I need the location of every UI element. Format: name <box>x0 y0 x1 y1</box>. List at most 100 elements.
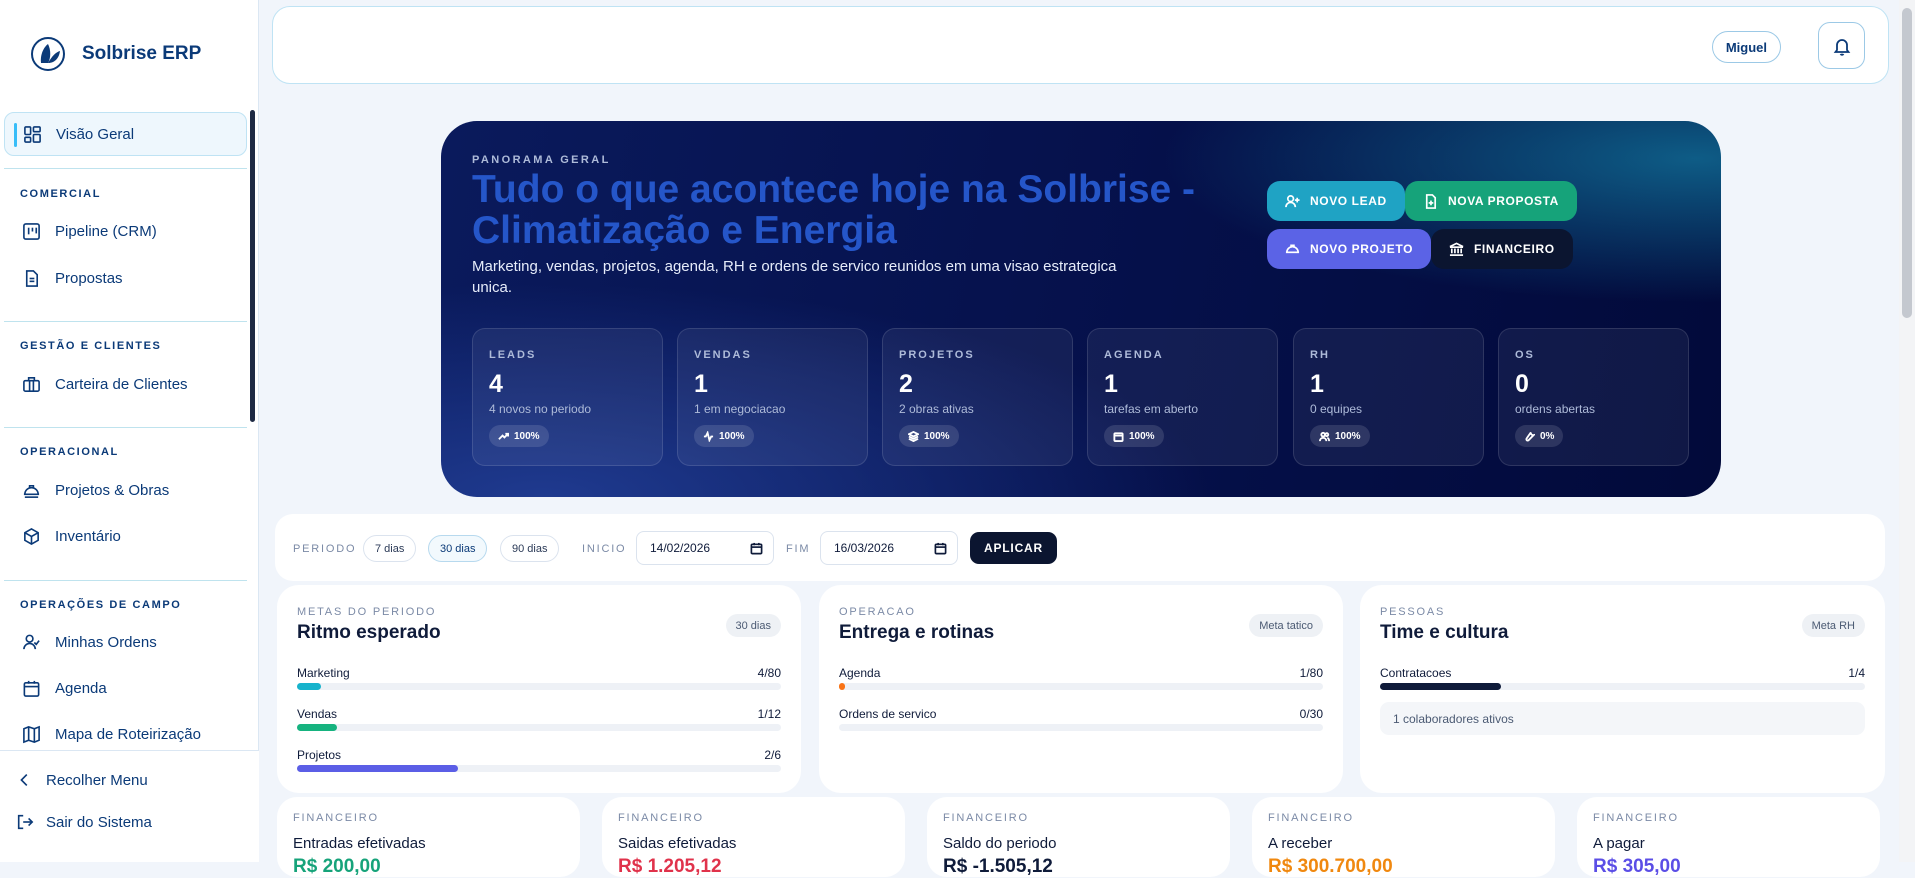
sidebar-item-pipeline[interactable]: Pipeline (CRM) <box>4 209 247 253</box>
chip-90-dias[interactable]: 90 dias <box>500 535 560 562</box>
stat-card-vendas[interactable]: VENDAS 1 1 em negociacao 100% <box>677 328 868 466</box>
finance-value: R$ 305,00 <box>1593 856 1681 877</box>
topbar: Miguel <box>272 6 1889 84</box>
section-campo: OPERAÇÕES DE CAMPO <box>20 599 182 611</box>
logout-button[interactable]: Sair do Sistema <box>16 813 152 831</box>
dashboard-icon <box>24 125 41 143</box>
sidebar: Solbrise ERP Visão Geral COMERCIAL Pipel… <box>0 0 259 862</box>
finance-value: R$ 1.205,12 <box>618 856 722 877</box>
sidebar-item-minhas-ordens[interactable]: Minhas Ordens <box>4 620 247 664</box>
metric-value: 1/12 <box>757 707 781 721</box>
new-lead-button[interactable]: NOVO LEAD <box>1267 181 1405 221</box>
finance-label: FINANCEIRO <box>1474 242 1555 256</box>
sidebar-item-label: Inventário <box>55 527 121 545</box>
sidebar-footer: Recolher Menu Sair do Sistema <box>0 750 259 862</box>
stat-card-leads[interactable]: LEADS 4 4 novos no periodo 100% <box>472 328 663 466</box>
finance-card-entradas[interactable]: FINANCEIRO Entradas efetivadas R$ 200,00 <box>277 797 580 877</box>
metric-row: Agenda 1/80 <box>839 666 1323 692</box>
metric-row: Vendas 1/12 <box>297 707 781 733</box>
finance-eyebrow: FINANCEIRO <box>943 812 1029 824</box>
leaf-logo-icon <box>31 37 65 71</box>
progress-track <box>1380 683 1865 690</box>
brand[interactable]: Solbrise ERP <box>30 36 201 72</box>
stat-label: AGENDA <box>1104 349 1164 361</box>
stat-card-rh[interactable]: RH 1 0 equipes 100% <box>1293 328 1484 466</box>
document-icon <box>25 269 39 287</box>
start-date-input[interactable]: 14/02/2026 <box>636 531 774 565</box>
sidebar-item-agenda[interactable]: Agenda <box>4 666 247 710</box>
user-menu-button[interactable]: Miguel <box>1711 31 1781 63</box>
sidebar-item-inventario[interactable]: Inventário <box>4 514 247 558</box>
calendar-icon <box>1113 431 1124 442</box>
new-proposal-button[interactable]: NOVA PROPOSTA <box>1405 181 1577 221</box>
finance-card-saldo[interactable]: FINANCEIRO Saldo do periodo R$ -1.505,12 <box>927 797 1230 877</box>
metric-name: Vendas <box>297 707 338 721</box>
hero-eyebrow: PANORAMA GERAL <box>472 154 611 166</box>
stat-desc: 0 equipes <box>1310 402 1363 416</box>
active-collaborators-note: 1 colaboradores ativos <box>1380 702 1865 735</box>
progress-track <box>297 765 781 772</box>
collapse-menu-label: Recolher Menu <box>46 771 148 789</box>
metric-name: Projetos <box>297 748 342 762</box>
finance-eyebrow: FINANCEIRO <box>1268 812 1354 824</box>
stat-badge: 100% <box>1104 425 1164 447</box>
new-lead-label: NOVO LEAD <box>1310 194 1387 208</box>
apply-button[interactable]: APLICAR <box>970 532 1057 564</box>
bank-icon <box>1449 241 1464 256</box>
hero-title: Tudo o que acontece hoje na Solbrise - C… <box>472 168 1196 252</box>
stat-label: PROJETOS <box>899 349 975 361</box>
section-comercial: COMERCIAL <box>20 188 102 200</box>
card-title: Ritmo esperado <box>297 622 441 643</box>
notifications-button[interactable] <box>1818 22 1865 69</box>
metric-name: Contratacoes <box>1380 666 1452 680</box>
metric-name: Marketing <box>297 666 350 680</box>
hero-subtitle: Marketing, vendas, projetos, agenda, RH … <box>472 258 1117 296</box>
progress-track <box>297 724 781 731</box>
chip-30-dias[interactable]: 30 dias <box>428 535 488 562</box>
layers-icon <box>908 430 919 442</box>
stat-badge: 100% <box>1310 425 1370 447</box>
stat-value: 1 <box>1104 370 1118 398</box>
stat-value: 1 <box>1310 370 1324 398</box>
page-scroll-thumb[interactable] <box>1902 8 1912 318</box>
section-gestao: GESTÃO E CLIENTES <box>20 340 162 352</box>
finance-eyebrow: FINANCEIRO <box>618 812 704 824</box>
stat-card-agenda[interactable]: AGENDA 1 tarefas em aberto 100% <box>1087 328 1278 466</box>
stat-badge: 100% <box>489 425 549 447</box>
stat-card-os[interactable]: OS 0 ordens abertas 0% <box>1498 328 1689 466</box>
logout-icon <box>17 814 34 830</box>
sidebar-item-label: Mapa de Roteirização <box>55 725 201 743</box>
finance-card-a-pagar[interactable]: FINANCEIRO A pagar R$ 305,00 <box>1577 797 1880 877</box>
sidebar-scrollbar[interactable] <box>250 110 255 422</box>
stat-badge-value: 100% <box>1335 430 1361 442</box>
end-date-input[interactable]: 16/03/2026 <box>820 531 958 565</box>
new-project-button[interactable]: NOVO PROJETO <box>1267 229 1432 269</box>
sidebar-item-projetos[interactable]: Projetos & Obras <box>4 468 247 512</box>
progress-fill <box>297 724 338 731</box>
finance-button[interactable]: FINANCEIRO <box>1431 229 1573 269</box>
sidebar-item-label: Visão Geral <box>56 125 135 143</box>
metric-row: Ordens de servico 0/30 <box>839 707 1323 733</box>
finance-eyebrow: FINANCEIRO <box>293 812 379 824</box>
collapse-menu-button[interactable]: Recolher Menu <box>16 771 148 789</box>
sidebar-item-visao-geral[interactable]: Visão Geral <box>4 112 247 156</box>
progress-fill <box>297 683 322 690</box>
wrench-icon <box>1525 431 1535 441</box>
finance-value: R$ 200,00 <box>293 856 381 877</box>
card-badge: Meta tatico <box>1249 614 1323 637</box>
file-plus-icon <box>1425 193 1437 209</box>
chip-7-dias[interactable]: 7 dias <box>363 535 417 562</box>
new-proposal-label: NOVA PROPOSTA <box>1448 194 1559 208</box>
page-scrollbar[interactable] <box>1899 0 1915 862</box>
finance-title: A receber <box>1268 835 1333 852</box>
sidebar-item-clientes[interactable]: Carteira de Clientes <box>4 362 247 406</box>
end-label: FIM <box>786 543 811 555</box>
finance-card-a-receber[interactable]: FINANCEIRO A receber R$ 300.700,00 <box>1252 797 1555 877</box>
stat-badge: 100% <box>899 425 959 447</box>
sidebar-item-label: Pipeline (CRM) <box>55 222 157 240</box>
finance-card-saidas[interactable]: FINANCEIRO Saidas efetivadas R$ 1.205,12 <box>602 797 905 877</box>
stat-card-projetos[interactable]: PROJETOS 2 2 obras ativas 100% <box>882 328 1073 466</box>
card-title: Time e cultura <box>1380 622 1509 643</box>
finance-title: Saidas efetivadas <box>618 835 737 852</box>
sidebar-item-propostas[interactable]: Propostas <box>4 256 247 300</box>
